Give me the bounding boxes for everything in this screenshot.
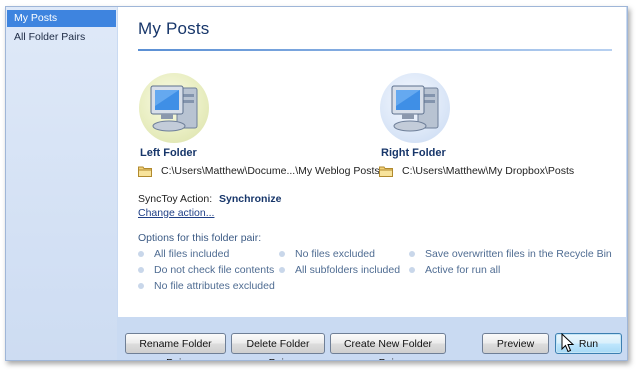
option-item: No files excluded — [279, 248, 375, 260]
bullet-icon — [409, 251, 415, 257]
option-item: Save overwritten files in the Recycle Bi… — [409, 248, 612, 260]
synctoy-action-value: Synchronize — [219, 193, 282, 205]
preview-button[interactable]: Preview — [482, 333, 549, 354]
right-folder-path: C:\Users\Matthew\My Dropbox\Posts — [402, 165, 575, 177]
page-title: My Posts — [138, 19, 210, 38]
bullet-icon — [409, 267, 415, 273]
sidebar: My Posts All Folder Pairs — [6, 7, 117, 360]
right-folder-heading: Right Folder — [381, 147, 446, 159]
bullet-icon — [279, 267, 285, 273]
options-label: Options for this folder pair: — [138, 232, 262, 244]
left-folder-path: C:\Users\Matthew\Docume...\My Weblog Pos… — [161, 165, 380, 177]
sidebar-item-all-folder-pairs[interactable]: All Folder Pairs — [7, 29, 116, 46]
bullet-icon — [138, 267, 144, 273]
folder-icon — [379, 166, 393, 177]
option-item: All files included — [138, 248, 229, 260]
sidebar-item-my-posts[interactable]: My Posts — [7, 10, 116, 27]
right-folder-row: C:\Users\Matthew\My Dropbox\Posts — [379, 163, 574, 179]
delete-folder-pair-button[interactable]: Delete Folder Pair — [231, 333, 325, 360]
folder-pair-panel: My Posts Left Folder C:\Users\Matthew\Do… — [118, 7, 626, 317]
synctoy-action: SyncToy Action: Synchronize — [138, 193, 281, 205]
option-item: All subfolders included — [279, 264, 400, 276]
left-folder-heading: Left Folder — [140, 147, 197, 159]
left-computer-icon — [139, 73, 209, 143]
bullet-icon — [279, 251, 285, 257]
title-divider — [138, 49, 612, 51]
right-computer-icon — [380, 73, 450, 143]
synctoy-action-label: SyncToy Action: — [138, 193, 213, 205]
option-item: Active for run all — [409, 264, 500, 276]
mouse-cursor-icon — [561, 333, 575, 353]
rename-folder-pair-button[interactable]: Rename Folder Pair — [125, 333, 226, 360]
option-item: No file attributes excluded — [138, 280, 275, 292]
left-folder-row: C:\Users\Matthew\Docume...\My Weblog Pos… — [138, 163, 380, 179]
folder-icon — [138, 166, 152, 177]
bullet-icon — [138, 251, 144, 257]
synctoy-window: My Posts All Folder Pairs My Posts Left … — [5, 6, 628, 361]
bullet-icon — [138, 283, 144, 289]
option-item: Do not check file contents — [138, 264, 274, 276]
create-new-folder-pair-button[interactable]: Create New Folder Pair — [330, 333, 446, 360]
change-action-link[interactable]: Change action... — [138, 207, 214, 219]
